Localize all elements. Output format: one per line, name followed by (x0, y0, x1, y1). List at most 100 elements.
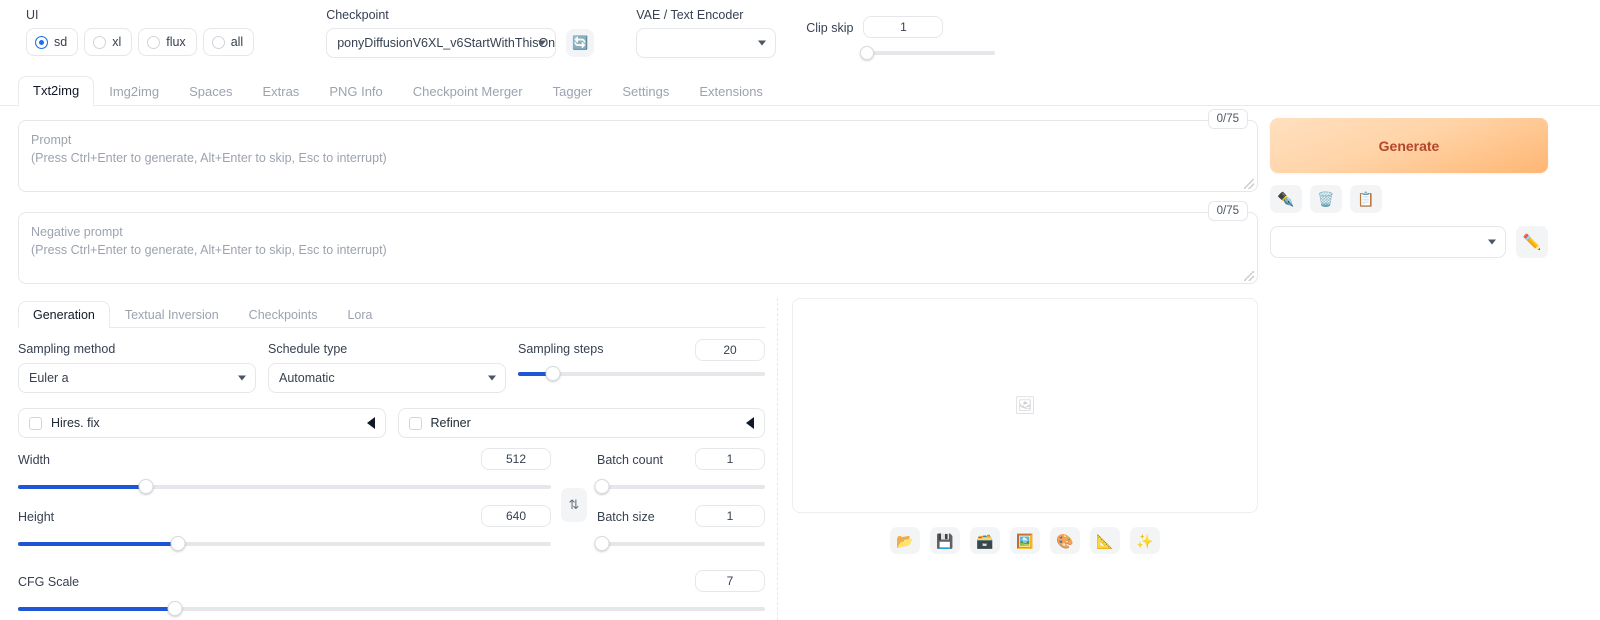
slider-knob[interactable] (594, 536, 610, 551)
radio-dot-icon (93, 35, 107, 49)
send-to-upscale-icon: ✨ (1136, 532, 1154, 549)
clear-prompt-button[interactable]: 🗑️ (1310, 185, 1342, 213)
ui-radio-flux[interactable]: flux (138, 28, 197, 56)
prompt-textarea[interactable]: Prompt (Press Ctrl+Enter to generate, Al… (18, 120, 1258, 192)
top-settings-bar: UI sd xl flux all Checkpoint ponyDiffusi… (0, 0, 1600, 72)
chevron-down-icon (758, 40, 767, 46)
cfg-scale-value[interactable]: 7 (695, 570, 765, 592)
slider-knob[interactable] (545, 366, 561, 381)
sampling-steps-slider[interactable] (518, 366, 765, 382)
chevron-down-icon (238, 375, 246, 381)
subtab-textual-inversion[interactable]: Textual Inversion (110, 301, 234, 328)
ui-radio-xl[interactable]: xl (84, 28, 133, 56)
sampling-method-label: Sampling method (18, 342, 116, 356)
swap-dimensions-button[interactable]: ⇅ (561, 488, 587, 522)
output-preview-column: 🖼 📂 💾 🗃️ 🖼️ 🎨 📐 ✨ (778, 298, 1258, 620)
tab-img2img[interactable]: Img2img (94, 77, 174, 106)
accordion-row: Hires. fix Refiner (18, 408, 765, 438)
image-placeholder-icon: 🖼 (1014, 395, 1036, 415)
vae-select[interactable] (636, 28, 777, 58)
batch-count-value[interactable]: 1 (695, 448, 765, 470)
width-value[interactable]: 512 (481, 448, 551, 470)
send-to-extras-button[interactable]: 📐 (1090, 527, 1120, 554)
sampling-method-select[interactable]: Euler a (18, 363, 256, 393)
checkpoint-select[interactable]: ponyDiffusionV6XL_v6StartWithThisOne. (326, 28, 557, 58)
height-slider[interactable] (18, 536, 551, 552)
width-control: Width 512 (18, 448, 551, 495)
radio-dot-icon (211, 35, 225, 49)
interrogate-button[interactable]: ✒️ (1270, 185, 1302, 213)
schedule-type-value: Automatic (279, 371, 335, 385)
checkbox-icon[interactable] (29, 416, 42, 430)
open-folder-button[interactable]: 📂 (890, 527, 920, 554)
batch-size-slider[interactable] (594, 536, 765, 552)
tab-extensions[interactable]: Extensions (684, 77, 778, 106)
tab-settings[interactable]: Settings (607, 77, 684, 106)
slider-knob[interactable] (594, 479, 610, 494)
save-button[interactable]: 💾 (930, 527, 960, 554)
image-preview-panel[interactable]: 🖼 (792, 298, 1258, 513)
checkbox-icon[interactable] (408, 416, 422, 430)
send-to-upscale-button[interactable]: ✨ (1130, 527, 1160, 554)
chevron-down-icon (488, 375, 496, 381)
ui-radio-sd[interactable]: sd (26, 28, 79, 56)
slider-track (597, 542, 765, 546)
slider-knob[interactable] (860, 46, 875, 60)
slider-knob[interactable] (138, 479, 154, 494)
send-to-inpaint-button[interactable]: 🎨 (1050, 527, 1080, 554)
send-to-img2img-icon: 🖼️ (1016, 532, 1034, 549)
swap-dimensions-column: ⇅ (551, 452, 597, 522)
batch-size-value[interactable]: 1 (695, 505, 765, 527)
sampling-steps-value[interactable]: 20 (695, 339, 765, 361)
negative-prompt-textarea[interactable]: Negative prompt (Press Ctrl+Enter to gen… (18, 212, 1258, 284)
prompt-tool-row: ✒️ 🗑️ 📋 (1270, 185, 1548, 213)
interrogate-pen-icon: ✒️ (1277, 191, 1295, 207)
tab-png-info[interactable]: PNG Info (314, 77, 397, 106)
ui-radio-sd-label: sd (54, 35, 68, 49)
styles-select[interactable] (1270, 226, 1506, 258)
schedule-type-select[interactable]: Automatic (268, 363, 506, 393)
subtab-checkpoints[interactable]: Checkpoints (234, 301, 333, 328)
swap-dimensions-icon: ⇅ (568, 497, 580, 512)
height-value[interactable]: 640 (481, 505, 551, 527)
open-folder-icon: 📂 (896, 532, 914, 549)
checkpoint-group: Checkpoint ponyDiffusionV6XL_v6StartWith… (326, 8, 595, 58)
edit-styles-button[interactable]: ✏️ (1516, 226, 1548, 258)
resize-handle-icon[interactable] (1244, 271, 1254, 281)
refiner-accordion[interactable]: Refiner (397, 408, 765, 438)
chevron-down-icon (538, 40, 547, 46)
tab-tagger[interactable]: Tagger (538, 77, 608, 106)
slider-fill (18, 607, 175, 611)
resize-handle-icon[interactable] (1244, 179, 1254, 189)
clip-skip-label: Clip skip (806, 21, 854, 35)
tab-extras[interactable]: Extras (247, 77, 314, 106)
tab-txt2img[interactable]: Txt2img (18, 76, 95, 106)
checkpoint-value: ponyDiffusionV6XL_v6StartWithThisOne. (337, 36, 557, 50)
chevron-left-icon[interactable] (746, 417, 754, 429)
subtab-lora[interactable]: Lora (332, 301, 387, 328)
batch-count-label: Batch count (597, 453, 664, 467)
save-zip-button[interactable]: 🗃️ (970, 527, 1000, 554)
refresh-checkpoints-button[interactable]: 🔄 (566, 29, 595, 57)
generate-button[interactable]: Generate (1270, 118, 1548, 173)
cfg-scale-slider[interactable] (18, 601, 765, 617)
clip-skip-value[interactable]: 1 (863, 16, 944, 38)
hires-fix-accordion[interactable]: Hires. fix (18, 408, 386, 438)
ui-radio-all[interactable]: all (202, 28, 255, 56)
batch-count-slider[interactable] (594, 479, 765, 495)
ui-radio-all-label: all (230, 35, 244, 49)
tab-spaces[interactable]: Spaces (174, 77, 247, 106)
chevron-left-icon[interactable] (366, 417, 375, 429)
slider-knob[interactable] (167, 601, 183, 616)
send-to-img2img-button[interactable]: 🖼️ (1010, 527, 1040, 554)
slider-knob[interactable] (170, 536, 186, 551)
paste-params-button[interactable]: 📋 (1350, 185, 1382, 213)
negative-prompt-field: 0/75 Negative prompt (Press Ctrl+Enter t… (18, 201, 1258, 284)
prompt-placeholder-line1: Prompt (31, 133, 72, 147)
clip-skip-slider[interactable] (860, 46, 996, 60)
subtab-generation[interactable]: Generation (18, 301, 110, 328)
width-slider[interactable] (18, 479, 551, 495)
batch-count-control: Batch count 1 (594, 448, 765, 495)
tab-checkpoint-merger[interactable]: Checkpoint Merger (398, 77, 538, 106)
main-tab-bar: Txt2img Img2img Spaces Extras PNG Info C… (0, 74, 1600, 106)
